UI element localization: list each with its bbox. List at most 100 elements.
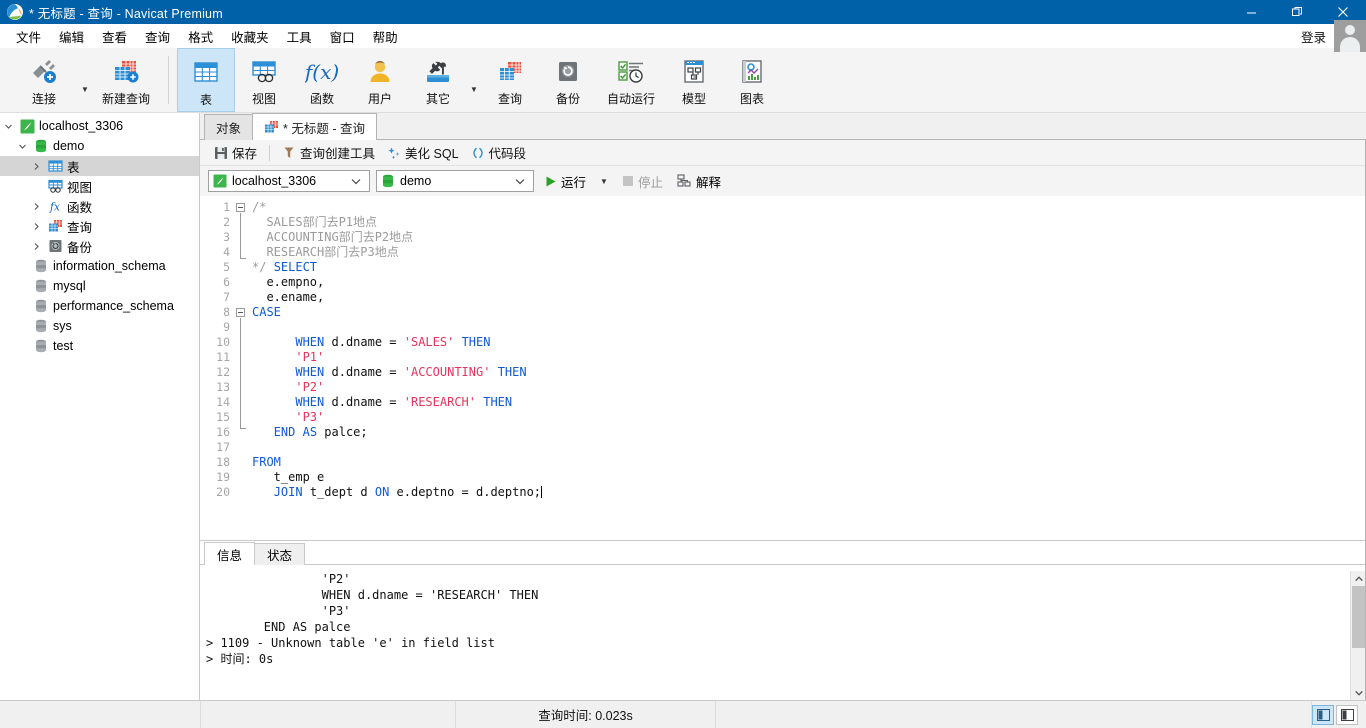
info-vertical-scrollbar[interactable] (1350, 571, 1365, 700)
menu-view[interactable]: 查看 (93, 24, 136, 49)
run-button[interactable]: 运行 (540, 170, 590, 193)
connection-select[interactable]: localhost_3306 (208, 170, 370, 192)
chevron-right-icon[interactable] (32, 162, 46, 171)
tree-node-tables[interactable]: 表 (0, 156, 199, 176)
menu-help[interactable]: 帮助 (364, 24, 407, 49)
tree-label-tables: 表 (67, 160, 80, 175)
sql-editor[interactable]: 1 2 3 4 5 6 7 8 9 10 11 12 13 14 15 16 17 18 19 20 /* SALES… (200, 196, 1365, 540)
beautify-sql-button[interactable]: 美化 SQL (381, 141, 465, 164)
code-token-kw: JOIN (273, 485, 303, 499)
connection-dropdown-caret-icon[interactable]: ▼ (78, 48, 92, 112)
tree-node-performance-schema[interactable]: performance_schema (0, 296, 199, 316)
login-link[interactable]: 登录 (1301, 27, 1326, 46)
database-select[interactable]: demo (376, 170, 534, 192)
chevron-down-icon[interactable] (515, 178, 531, 185)
fold-toggle-line-8[interactable] (236, 308, 245, 317)
scroll-up-icon[interactable] (1351, 571, 1365, 586)
fold-guide-case (240, 318, 241, 428)
toolbar-chart-button[interactable]: 图表 (723, 48, 781, 112)
code-line: /* (248, 200, 1350, 215)
tab-untitled-query[interactable]: * 无标题 - 查询 (252, 113, 377, 140)
tree-node-queries[interactable]: 查询 (0, 216, 199, 236)
code-snippet-label: 代码段 (488, 147, 527, 161)
code-token-kw: FROM (252, 455, 281, 469)
single-view-button[interactable] (1336, 704, 1358, 725)
tree-node-information-schema[interactable]: information_schema (0, 256, 199, 276)
run-dropdown-caret-icon[interactable]: ▼ (596, 177, 612, 186)
toolbar-view-button[interactable]: 视图 (235, 48, 293, 112)
toolbar-divider (168, 56, 169, 104)
save-button[interactable]: 保存 (208, 141, 263, 164)
code-token-kw: END (273, 425, 296, 439)
tree-node-sys[interactable]: sys (0, 316, 199, 336)
status-cell-mid (201, 700, 456, 728)
toolbar-other-button[interactable]: 其它 (409, 48, 467, 112)
code-token-cmt: RESEARCH部门去P3地点 (252, 245, 399, 259)
user-avatar-icon[interactable] (1334, 20, 1366, 52)
tree-node-backups[interactable]: 备份 (0, 236, 199, 256)
toolbar-new-query-button[interactable]: 新建查询 (92, 48, 160, 112)
other-dropdown-caret-icon[interactable]: ▼ (467, 48, 481, 112)
menu-file[interactable]: 文件 (7, 24, 50, 49)
menu-query[interactable]: 查询 (136, 24, 179, 49)
fold-toggle-line-1[interactable] (236, 203, 245, 212)
tree-node-test[interactable]: test (0, 336, 199, 356)
scroll-down-icon[interactable] (1351, 685, 1365, 700)
navicat-connection-icon (18, 119, 36, 134)
chevron-right-icon[interactable] (32, 222, 46, 231)
view-folder-icon (46, 179, 64, 193)
menu-bar: 文件 编辑 查看 查询 格式 收藏夹 工具 窗口 帮助 登录 (0, 20, 1366, 52)
explain-button[interactable]: 解释 (673, 170, 725, 193)
chevron-down-icon[interactable] (18, 142, 32, 151)
tab-status[interactable]: 状态 (254, 543, 306, 565)
menu-window[interactable]: 窗口 (321, 24, 364, 49)
editor-vertical-scrollbar[interactable] (1350, 196, 1365, 540)
tree-node-localhost-3306[interactable]: localhost_3306 (0, 116, 199, 136)
toolbar-backup-button[interactable]: 备份 (539, 48, 597, 112)
toolbar-query-button[interactable]: 查询 (481, 48, 539, 112)
tab-objects[interactable]: 对象 (204, 114, 254, 140)
menu-edit[interactable]: 编辑 (50, 24, 93, 49)
chevron-down-icon[interactable] (4, 122, 18, 131)
chevron-right-icon[interactable] (32, 242, 46, 251)
code-line: END AS palce; (248, 425, 1350, 440)
toolbar-automation-button[interactable]: 自动运行 (597, 48, 665, 112)
toolbar-user-button[interactable]: 用户 (351, 48, 409, 112)
menu-bar-right: 登录 (1301, 20, 1366, 52)
chevron-right-icon[interactable] (32, 202, 46, 211)
toolbar-model-button[interactable]: 模型 (665, 48, 723, 112)
toolbar-connection-button[interactable]: 连接 (10, 48, 78, 112)
tree-node-functions[interactable]: fx 函数 (0, 196, 199, 216)
chart-icon (737, 55, 767, 89)
code-token-pln: palce; (317, 425, 368, 439)
fold-guide-end-case (240, 428, 246, 429)
chevron-down-icon[interactable] (351, 178, 367, 185)
query-builder-button[interactable]: 查询创建工具 (276, 141, 381, 164)
table-icon (191, 56, 221, 90)
tab-message-label: 信息 (217, 548, 243, 563)
editor-code-area[interactable]: /* SALES部门去P1地点 ACCOUNTING部门去P2地点 RESEAR… (248, 196, 1350, 540)
code-token-str: 'SALES' (403, 335, 455, 349)
toolbar-function-button[interactable]: f(x) 函数 (293, 48, 351, 112)
tree-node-mysql[interactable]: mysql (0, 276, 199, 296)
line-number: 13 (216, 380, 230, 394)
maximize-button[interactable] (1274, 0, 1320, 24)
menu-tools[interactable]: 工具 (278, 24, 321, 49)
menu-favorites[interactable]: 收藏夹 (222, 24, 278, 49)
split-view-button[interactable] (1312, 704, 1334, 725)
toolbar-table-button[interactable]: 表 (177, 48, 235, 112)
editor-fold-column[interactable] (234, 196, 248, 540)
info-scroll-thumb[interactable] (1352, 586, 1365, 648)
menu-format[interactable]: 格式 (179, 24, 222, 49)
code-snippet-button[interactable]: 代码段 (465, 141, 533, 164)
query-builder-icon (282, 146, 296, 160)
navicat-window: * 无标题 - 查询 - Navicat Premium 文件 编辑 查看 查询… (0, 0, 1366, 728)
tree-node-views[interactable]: 视图 (0, 176, 199, 196)
tree-label-backups: 备份 (67, 240, 93, 255)
tab-message[interactable]: 信息 (204, 542, 256, 565)
code-token-pln (295, 425, 302, 439)
minimize-button[interactable] (1228, 0, 1274, 24)
code-token-str: 'P3' (295, 410, 325, 424)
tree-node-demo[interactable]: demo (0, 136, 199, 156)
